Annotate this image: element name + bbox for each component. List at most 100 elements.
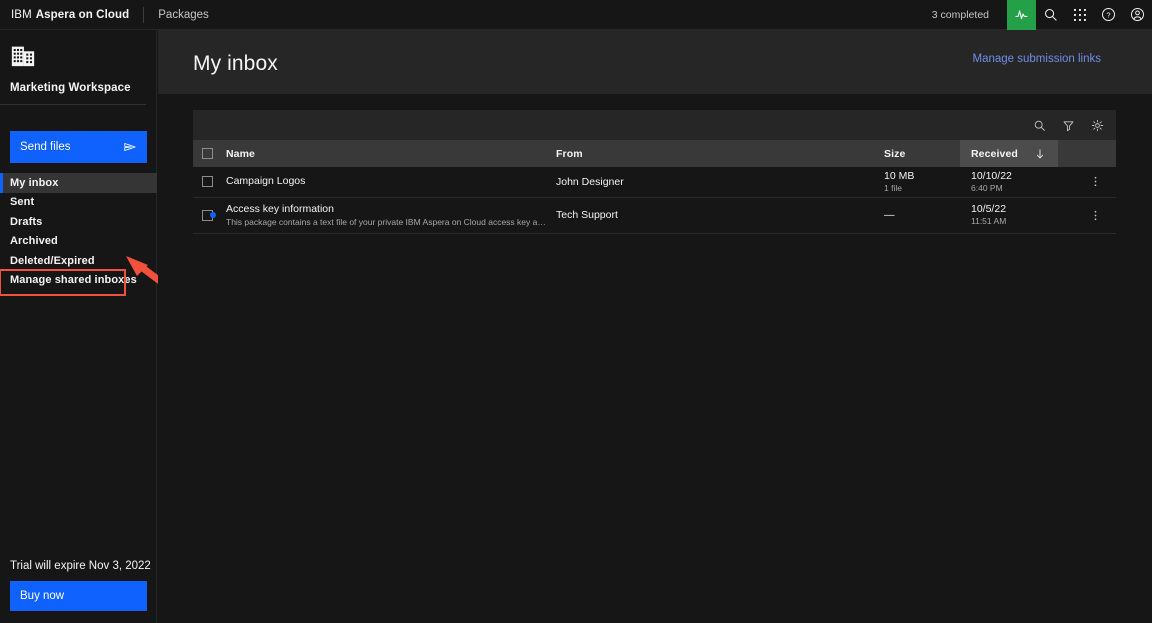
apps-grid-icon[interactable] (1065, 0, 1094, 30)
app-window: IBM Aspera on Cloud Packages 3 completed (0, 0, 1152, 623)
gear-icon[interactable] (1088, 116, 1106, 134)
received-time: 6:40 PM (971, 182, 1003, 193)
select-all-checkbox[interactable] (202, 148, 213, 160)
row-select-cell (193, 167, 226, 197)
sidebar-item-archived[interactable]: Archived (0, 232, 157, 252)
column-header-received-label: Received (971, 147, 1018, 160)
sidebar-item-sent[interactable]: Sent (0, 193, 157, 213)
sidebar-item-label: Deleted/Expired (10, 254, 95, 267)
top-header-actions: 3 completed ? (932, 0, 1152, 30)
workspace-name: Marketing Workspace (10, 82, 131, 94)
sort-descending-arrow-icon (1036, 149, 1044, 158)
packages-panel: Name From Size Received Campaign Logos J… (193, 110, 1116, 234)
workspace-header[interactable]: Marketing Workspace (0, 30, 146, 105)
sidebar: Marketing Workspace Send files My inbox … (0, 30, 157, 623)
completed-status: 3 completed (931, 8, 989, 21)
packages-table: Name From Size Received Campaign Logos J… (193, 140, 1116, 234)
buy-now-label: Buy now (20, 590, 65, 602)
page-header: My inbox Manage submission links (158, 30, 1152, 94)
help-question-glyph: ? (1102, 8, 1115, 21)
top-header-bar: IBM Aspera on Cloud Packages 3 completed (0, 0, 1152, 30)
filter-glyph (1063, 120, 1073, 131)
settings-gear-glyph (1091, 119, 1103, 131)
sidebar-item-label: Archived (10, 235, 58, 248)
column-header-size[interactable]: Size (884, 140, 960, 167)
trial-footer: Trial will expire Nov 3, 2022 Buy now (10, 560, 151, 611)
apps-grid-glyph (1073, 8, 1086, 21)
table-toolbar (193, 110, 1116, 140)
package-description: This package contains a text file of you… (226, 216, 546, 227)
row-actions-cell (1058, 167, 1116, 197)
sidebar-item-label: Drafts (10, 215, 43, 228)
unread-indicator-dot (210, 212, 216, 218)
package-name-wrap: Access key information This package cont… (210, 203, 556, 228)
send-icon (124, 143, 136, 151)
send-files-button[interactable]: Send files (10, 131, 147, 163)
row-received-cell: 10/10/22 6:40 PM (960, 167, 1058, 197)
package-size: — (884, 208, 895, 221)
table-body: Campaign Logos John Designer 10 MB 1 fil… (193, 167, 1116, 233)
search-glyph (1045, 9, 1057, 21)
account-icon[interactable] (1123, 0, 1152, 30)
header-divider (143, 6, 145, 23)
help-icon[interactable]: ? (1094, 0, 1123, 30)
received-date: 10/5/22 (971, 203, 1007, 215)
row-from-cell: John Designer (556, 175, 624, 188)
sidebar-item-manage-shared-inboxes[interactable]: Manage shared inboxes (0, 268, 157, 295)
received-time: 11:51 AM (971, 216, 1007, 226)
sidebar-item-deleted-expired[interactable]: Deleted/Expired (0, 251, 157, 271)
filter-funnel-icon[interactable] (1059, 116, 1077, 134)
package-file-count: 1 file (884, 182, 902, 193)
sidebar-item-my-inbox[interactable]: My inbox (0, 173, 157, 193)
row-checkbox[interactable] (202, 176, 213, 188)
account-avatar-glyph (1131, 8, 1144, 21)
package-size: 10 MB (884, 169, 915, 182)
office-building-icon (11, 46, 35, 67)
row-size-cell: 10 MB 1 file (884, 167, 960, 197)
sidebar-item-label: My inbox (10, 176, 59, 189)
row-received-cell: 10/5/22 11:51 AM (960, 197, 1058, 233)
table-header: Name From Size Received (193, 140, 1116, 167)
search-icon[interactable] (1030, 116, 1048, 134)
trial-expiry-text: Trial will expire Nov 3, 2022 (10, 560, 151, 572)
package-name-wrap: Campaign Logos (226, 175, 556, 188)
column-header-actions (1058, 140, 1116, 167)
activity-pulse-glyph (1015, 10, 1028, 20)
main-content: My inbox Manage submission links Name Fr… (158, 30, 1152, 623)
sidebar-nav-list: My inbox Sent Drafts Archived Deleted/Ex… (0, 173, 157, 295)
kebab-menu-glyph (1094, 177, 1097, 187)
sidebar-item-label: Sent (10, 196, 35, 209)
select-all-header (193, 140, 226, 167)
overflow-menu-icon[interactable] (1058, 209, 1116, 222)
received-date: 10/10/22 (971, 169, 1012, 182)
svg-text:?: ? (1106, 11, 1110, 20)
brand-logo[interactable]: IBM Aspera on Cloud (0, 9, 129, 21)
package-name[interactable]: Campaign Logos (226, 175, 305, 188)
manage-submission-links[interactable]: Manage submission links (973, 53, 1101, 65)
row-from-cell: Tech Support (556, 209, 618, 221)
overflow-menu-icon[interactable] (1058, 175, 1116, 188)
page-title: My inbox (193, 52, 278, 75)
sidebar-item-drafts[interactable]: Drafts (0, 212, 157, 232)
row-name-cell: Access key information This package cont… (210, 197, 556, 233)
package-name[interactable]: Access key information (226, 203, 546, 216)
search-glyph (1034, 120, 1045, 131)
table-header-row: Name From Size Received (193, 140, 1116, 167)
column-header-received[interactable]: Received (960, 140, 1058, 167)
activity-icon[interactable] (1007, 0, 1036, 30)
search-icon[interactable] (1036, 0, 1065, 30)
column-header-from[interactable]: From (556, 140, 884, 167)
table-row[interactable]: Access key information This package cont… (193, 197, 1116, 233)
brand-product-text: Aspera on Cloud (35, 8, 130, 21)
kebab-menu-glyph (1094, 210, 1097, 220)
buy-now-button[interactable]: Buy now (10, 581, 147, 611)
row-size-cell: — (884, 197, 960, 233)
row-actions-cell (1058, 197, 1116, 233)
column-header-name[interactable]: Name (226, 140, 556, 167)
sidebar-item-label: Manage shared inboxes (10, 274, 137, 287)
table-row[interactable]: Campaign Logos John Designer 10 MB 1 fil… (193, 167, 1116, 197)
brand-ibm-text: IBM (11, 8, 32, 21)
nav-packages[interactable]: Packages (158, 9, 209, 21)
row-name-cell: Campaign Logos (226, 167, 556, 197)
send-files-label: Send files (20, 141, 71, 153)
